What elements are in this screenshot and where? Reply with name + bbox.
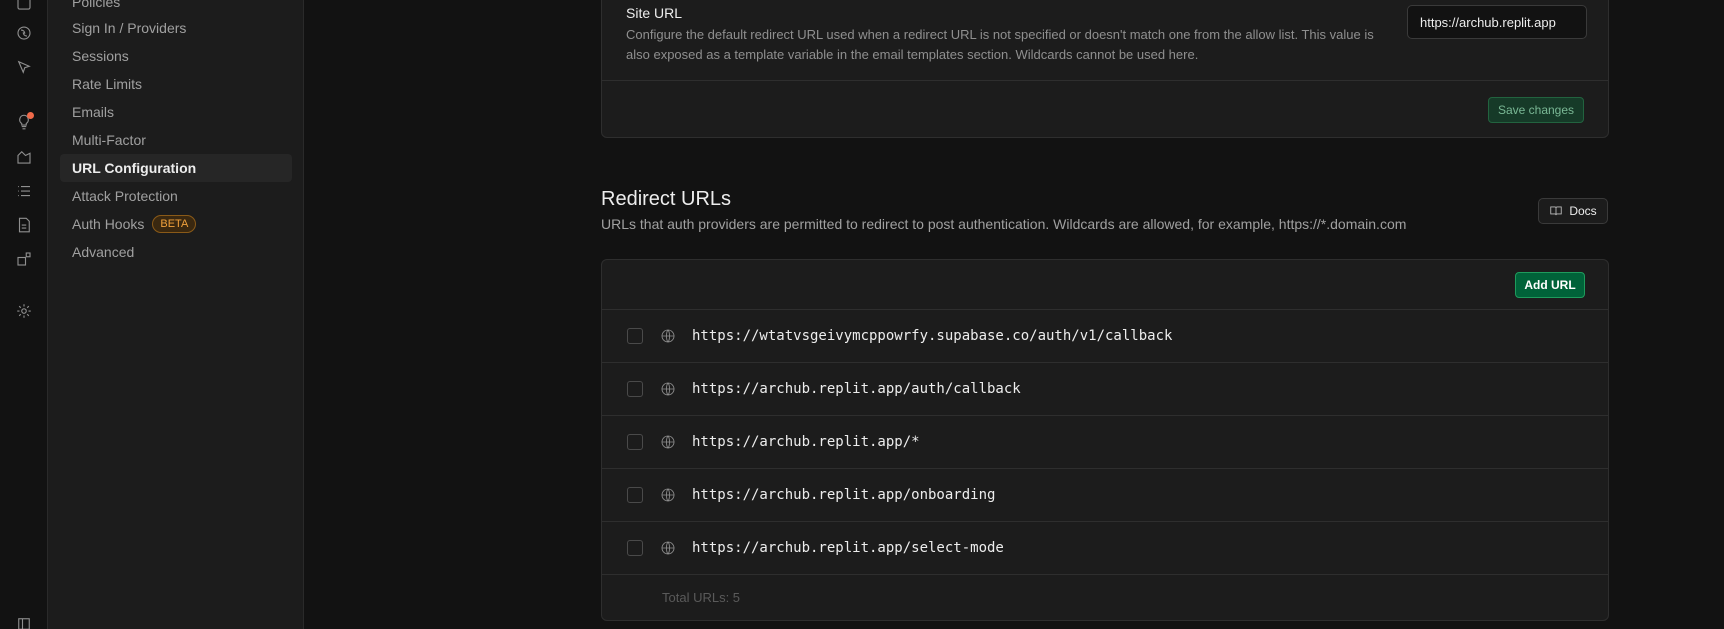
sidebar-item-sessions[interactable]: Sessions [60, 42, 292, 70]
site-url-title: Site URL [626, 5, 683, 21]
site-url-description: Configure the default redirect URL used … [626, 27, 1374, 62]
globe-icon [660, 487, 676, 503]
url-row: https://archub.replit.app/select-mode [602, 522, 1608, 575]
notification-dot [27, 112, 34, 119]
globe-icon [660, 328, 676, 344]
sidebar-item-label: Emails [72, 104, 115, 120]
url-checkbox[interactable] [627, 328, 643, 344]
url-checkbox[interactable] [627, 381, 643, 397]
sidebar-item-label: Auth Hooks [72, 216, 145, 232]
settings-icon[interactable] [13, 300, 35, 322]
cursor-icon[interactable] [13, 56, 35, 78]
sidebar-item-label: Sessions [72, 48, 129, 64]
database-icon[interactable] [13, 22, 35, 44]
docs-button[interactable]: Docs [1538, 198, 1608, 224]
main-content: Site URL Configure the default redirect … [305, 0, 1724, 629]
redirect-urls-header: Add URL [602, 260, 1608, 310]
panel-toggle-icon[interactable] [13, 613, 35, 629]
url-checkbox[interactable] [627, 487, 643, 503]
integrations-icon[interactable] [13, 248, 35, 270]
url-text: https://archub.replit.app/auth/callback [692, 381, 1021, 397]
url-row: https://wtatvsgeivymcppowrfy.supabase.co… [602, 310, 1608, 363]
sidebar-item-url-configuration[interactable]: URL Configuration [60, 154, 292, 182]
url-text: https://archub.replit.app/select-mode [692, 540, 1004, 556]
auth-sidebar: Policies Sign In / Providers Sessions Ra… [48, 0, 304, 629]
url-text: https://archub.replit.app/onboarding [692, 487, 996, 503]
redirect-urls-title: Redirect URLs [601, 188, 732, 210]
list-icon[interactable] [13, 180, 35, 202]
site-url-input[interactable] [1407, 5, 1587, 39]
url-text: https://archub.replit.app/* [692, 434, 920, 450]
url-checkbox[interactable] [627, 434, 643, 450]
chart-icon[interactable] [13, 146, 35, 168]
globe-icon [660, 540, 676, 556]
icon-rail [0, 0, 48, 629]
redirect-urls-description: URLs that auth providers are permitted t… [601, 216, 1407, 232]
beta-badge: BETA [152, 215, 197, 233]
url-row: https://archub.replit.app/* [602, 416, 1608, 469]
sidebar-item-rate-limits[interactable]: Rate Limits [60, 70, 292, 98]
sidebar-item-emails[interactable]: Emails [60, 98, 292, 126]
sidebar-item-label: URL Configuration [72, 160, 197, 176]
table-icon[interactable] [13, 0, 35, 14]
total-urls-count: Total URLs: 5 [662, 590, 741, 605]
add-url-button[interactable]: Add URL [1515, 272, 1585, 298]
sidebar-item-label: Attack Protection [72, 188, 178, 204]
save-changes-button[interactable]: Save changes [1488, 97, 1584, 123]
sidebar-item-advanced[interactable]: Advanced [60, 238, 292, 266]
sidebar-item-multi-factor[interactable]: Multi-Factor [60, 126, 292, 154]
card-divider [602, 80, 1608, 81]
url-row: https://archub.replit.app/auth/callback [602, 363, 1608, 416]
sidebar-item-label: Advanced [72, 244, 135, 260]
sidebar-item-label: Rate Limits [72, 76, 143, 92]
sidebar-item-label: Sign In / Providers [72, 20, 187, 36]
sidebar-item-auth-hooks[interactable]: Auth Hooks BETA [60, 210, 292, 238]
redirect-urls-card: Add URL https://wtatvsgeivymcppowrfy.sup… [601, 259, 1609, 621]
book-icon [1550, 206, 1563, 216]
sidebar-item-attack-protection[interactable]: Attack Protection [60, 182, 292, 210]
sidebar-item-label: Policies [72, 0, 121, 10]
site-url-card: Site URL Configure the default redirect … [601, 0, 1609, 138]
sidebar-item-sign-in-providers[interactable]: Sign In / Providers [60, 14, 292, 42]
document-icon[interactable] [13, 214, 35, 236]
globe-icon [660, 381, 676, 397]
url-text: https://wtatvsgeivymcppowrfy.supabase.co… [692, 328, 1173, 344]
sidebar-item-label: Multi-Factor [72, 132, 146, 148]
globe-icon [660, 434, 676, 450]
url-checkbox[interactable] [627, 540, 643, 556]
lightbulb-icon[interactable] [13, 111, 35, 133]
url-row: https://archub.replit.app/onboarding [602, 469, 1608, 522]
docs-label: Docs [1569, 204, 1597, 218]
